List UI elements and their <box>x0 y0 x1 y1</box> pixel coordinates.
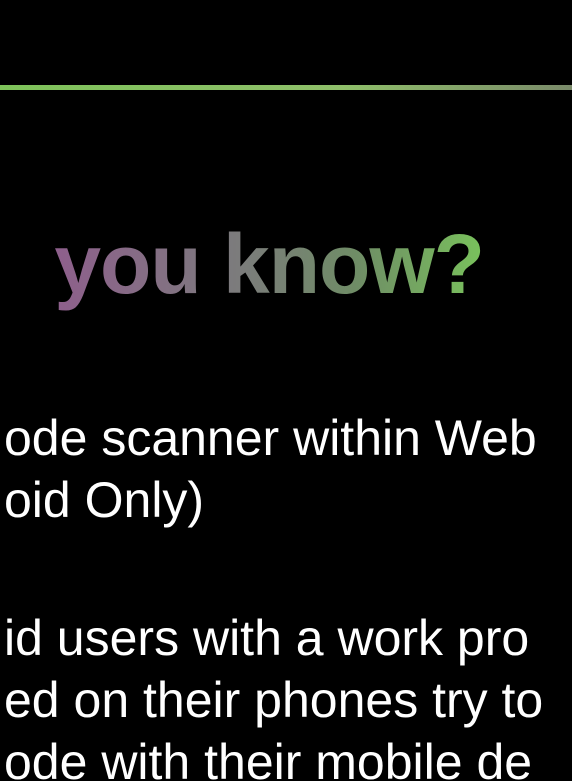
paragraph-2: id users with a work pro ed on their pho… <box>0 604 572 781</box>
headline-container: you know? <box>0 214 572 319</box>
header-divider-line <box>0 85 572 90</box>
paragraph-1: ode scanner within Web oid Only) <box>0 402 572 532</box>
paragraph-2-line-1: id users with a work pro <box>4 610 530 666</box>
paragraph-1-line-1: ode scanner within Web <box>4 410 537 466</box>
slide-headline: you know? <box>54 214 485 314</box>
paragraph-2-line-3: ode with their mobile de <box>4 734 533 781</box>
paragraph-1-line-2: oid Only) <box>4 472 205 528</box>
paragraph-2-line-2: ed on their phones try to <box>4 672 544 728</box>
